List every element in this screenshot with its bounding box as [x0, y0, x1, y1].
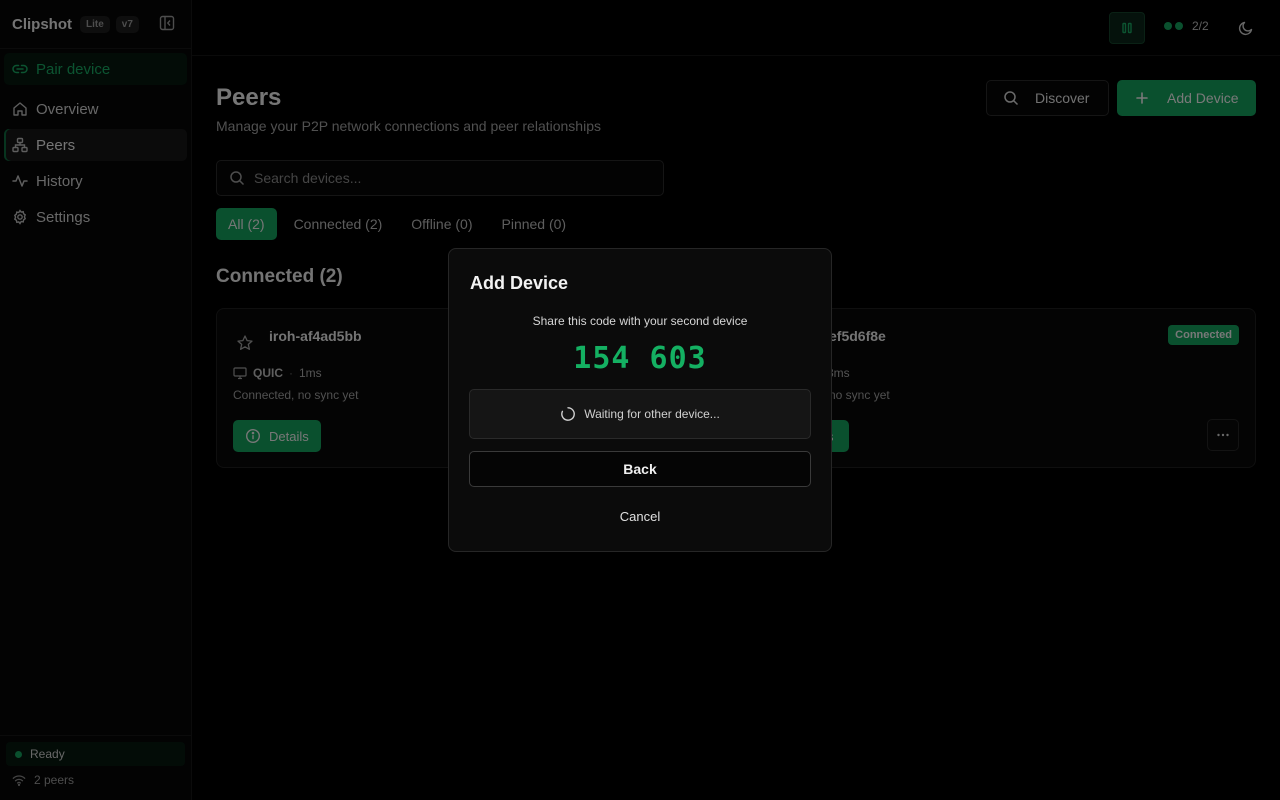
dialog-title: Add Device: [470, 273, 569, 293]
add-device-dialog: Add Device Share this code with your sec…: [448, 248, 832, 552]
back-button[interactable]: Back: [469, 451, 811, 487]
waiting-status: Waiting for other device...: [469, 389, 811, 439]
cancel-button[interactable]: Cancel: [449, 509, 831, 524]
spinner-icon: [560, 406, 576, 422]
dialog-subtitle: Share this code with your second device: [532, 314, 748, 328]
waiting-text: Waiting for other device...: [584, 407, 720, 421]
pairing-code: 154 603: [573, 341, 707, 376]
